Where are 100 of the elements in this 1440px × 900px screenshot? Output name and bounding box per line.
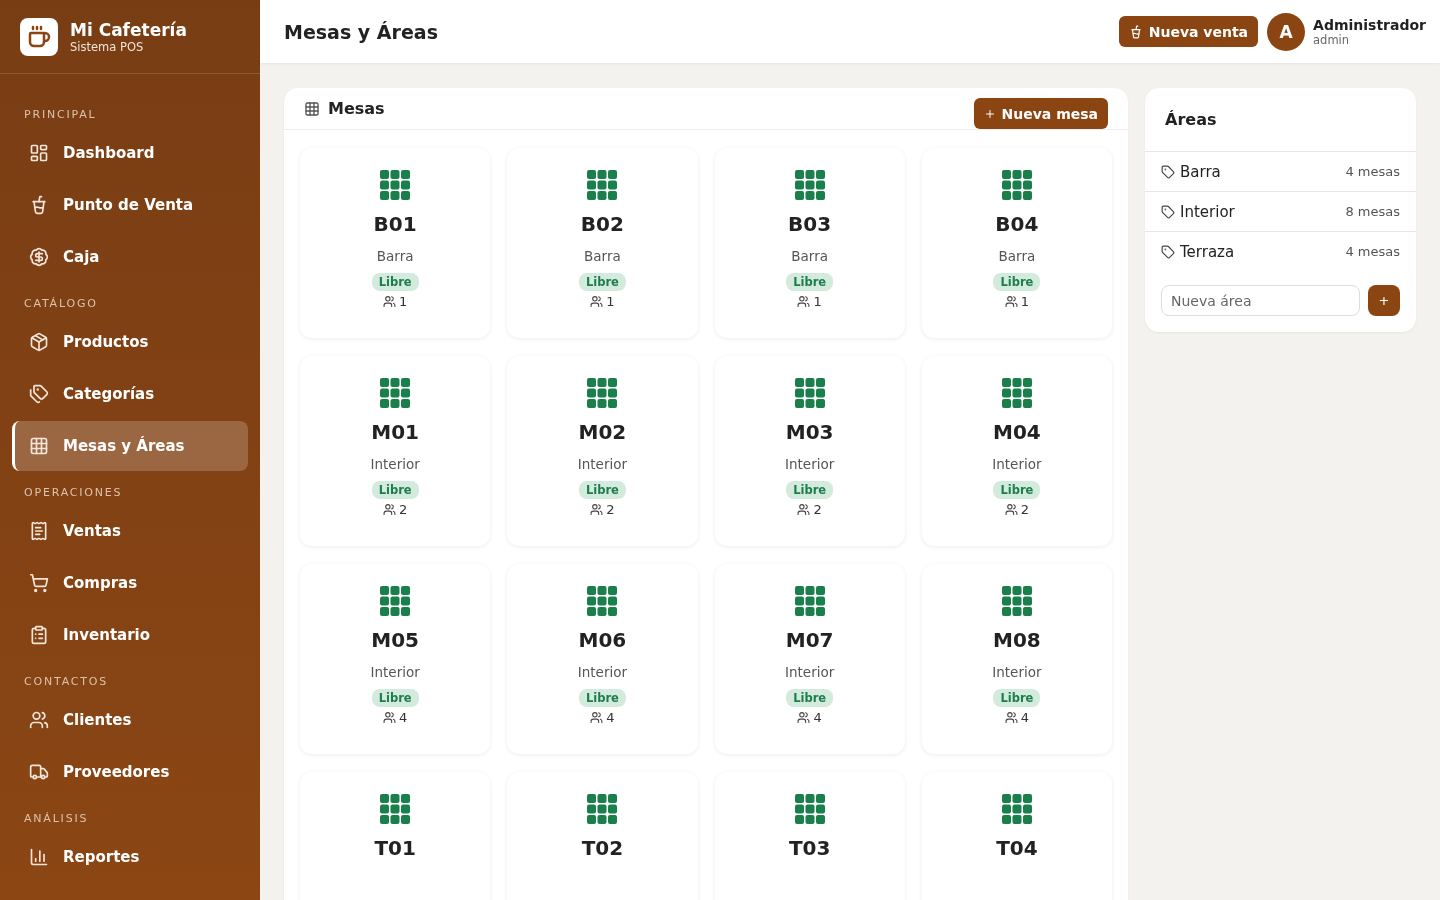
new-sale-button[interactable]: Nueva venta [1118, 16, 1259, 47]
users-icon [1004, 295, 1018, 308]
status-badge: Libre [786, 273, 834, 291]
users-icon [797, 503, 811, 516]
table-name: M03 [785, 420, 834, 444]
users-icon [1004, 503, 1018, 516]
nav-item[interactable]: Clientes [12, 695, 248, 745]
cash-icon [29, 247, 49, 267]
table-name: M02 [578, 420, 627, 444]
table-area: Barra [791, 248, 828, 264]
table-card[interactable]: M06 Interior Libre 4 [507, 564, 698, 754]
table-grid-icon [587, 170, 618, 200]
nav-section-title: OPERACIONES [23, 485, 124, 501]
seat-count: 4 [383, 710, 408, 725]
users-icon [383, 711, 396, 724]
seat-count: 4 [1004, 710, 1029, 725]
area-name: Interior [1180, 202, 1236, 221]
table-card[interactable]: T03 [714, 772, 905, 900]
user-avatar: A [1267, 12, 1306, 51]
status-badge: Libre [371, 273, 419, 291]
new-table-button[interactable]: Nueva mesa [973, 98, 1108, 129]
table-name: M07 [785, 628, 834, 652]
status-badge: Libre [993, 481, 1041, 499]
add-area-button[interactable]: + [1368, 285, 1400, 316]
plus-icon [983, 107, 996, 120]
nav-item[interactable]: Productos [12, 317, 248, 367]
nav-item[interactable]: Compras [12, 558, 248, 608]
nav-item[interactable]: Punto de Venta [12, 180, 248, 230]
area-name: Barra [1180, 162, 1222, 181]
cup-icon [29, 195, 49, 215]
table-grid-icon [1001, 170, 1032, 200]
table-grid-icon [380, 378, 411, 408]
seat-count: 1 [590, 294, 615, 309]
area-count: 4 mesas [1345, 164, 1400, 179]
table-grid-icon [587, 794, 618, 824]
table-name: T03 [788, 836, 831, 860]
area-count: 4 mesas [1345, 244, 1400, 259]
app-name: Mi Cafetería [70, 19, 187, 40]
nav-item[interactable]: Mesas y Áreas [12, 421, 248, 471]
table-card[interactable]: M07 Interior Libre 4 [714, 564, 905, 754]
new-area-field[interactable]: Nueva área [1161, 285, 1360, 316]
tags-icon [29, 384, 49, 404]
table-card[interactable]: T04 [921, 772, 1112, 900]
table-area: Interior [992, 664, 1042, 680]
table-card[interactable]: T01 [300, 772, 491, 900]
tag-icon [1161, 164, 1175, 179]
seat-count: 2 [590, 502, 615, 517]
bar-chart-icon [29, 847, 49, 867]
dashboard-icon [29, 143, 49, 163]
table-name: M05 [371, 628, 419, 652]
nav-item[interactable]: Reportes [12, 832, 248, 882]
nav-item[interactable]: Dashboard [12, 128, 248, 178]
table-name: B03 [788, 212, 832, 236]
table-card[interactable]: M05 Interior Libre 4 [300, 564, 491, 754]
tag-icon [1161, 204, 1175, 219]
panel-title: Áreas [1165, 110, 1218, 129]
users-icon [797, 711, 811, 724]
table-area: Interior [577, 456, 627, 472]
table-card[interactable]: M01 Interior Libre 2 [300, 356, 491, 546]
table-grid-icon [380, 794, 411, 824]
table-grid-icon [380, 170, 411, 200]
area-name: Terraza [1180, 242, 1236, 261]
nav-section-title: ANÁLISIS [23, 811, 90, 827]
table-name: M06 [578, 628, 627, 652]
clipboard-icon [29, 625, 49, 645]
table-area: Barra [584, 248, 621, 264]
table-name: T04 [996, 836, 1038, 860]
seat-count: 4 [590, 710, 615, 725]
nav-item[interactable]: Inventario [12, 610, 248, 660]
table-card[interactable]: T02 [507, 772, 698, 900]
truck-icon [29, 762, 49, 782]
table-area: Barra [376, 248, 414, 264]
table-name: B01 [373, 212, 417, 236]
table-card[interactable]: B01 Barra Libre 1 [300, 148, 491, 338]
users-icon [383, 295, 396, 308]
users-icon [590, 295, 604, 308]
status-badge: Libre [578, 689, 626, 707]
table-grid-icon [794, 378, 825, 408]
status-badge: Libre [371, 689, 419, 707]
table-card[interactable]: B04 Barra Libre 1 [921, 148, 1112, 338]
nav-item[interactable]: Caja [12, 232, 248, 282]
nav-item[interactable]: Ventas [12, 506, 248, 556]
app-subtitle: Sistema POS [70, 39, 145, 54]
nav-item[interactable]: Proveedores [12, 747, 248, 797]
nav-item[interactable]: Categorías [12, 369, 248, 419]
table-area: Barra [998, 248, 1036, 264]
table-card[interactable]: B02 Barra Libre 1 [507, 148, 698, 338]
panel-title: Mesas [328, 99, 386, 118]
table-grid-icon [1001, 794, 1032, 824]
table-card[interactable]: B03 Barra Libre 1 [714, 148, 905, 338]
table-area: Interior [785, 664, 835, 680]
table-card[interactable]: M08 Interior Libre 4 [921, 564, 1112, 754]
user-role: admin [1313, 32, 1351, 47]
table-card[interactable]: M02 Interior Libre 2 [507, 356, 698, 546]
users-icon [797, 295, 811, 308]
status-badge: Libre [993, 689, 1041, 707]
table-name: T01 [374, 836, 416, 860]
table-card[interactable]: M03 Interior Libre 2 [714, 356, 905, 546]
table-card[interactable]: M04 Interior Libre 2 [921, 356, 1112, 546]
area-count: 8 mesas [1345, 204, 1400, 219]
